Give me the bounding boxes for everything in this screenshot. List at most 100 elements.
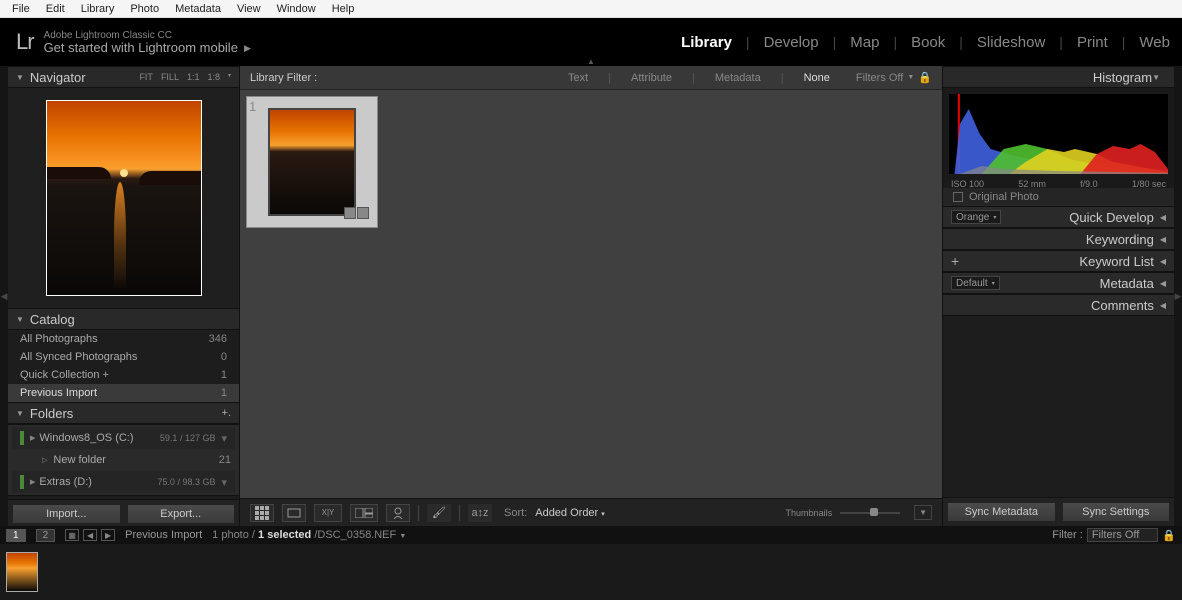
navigator-preview[interactable] [8,88,239,308]
add-folder-button[interactable]: +. [222,407,231,419]
right-panel: Histogram ▼ ISO 100 52 mm f/9.0 1/80 sec… [942,66,1174,526]
module-book[interactable]: Book [911,34,945,51]
grid-cell[interactable]: 1 [246,96,378,228]
histogram-header[interactable]: Histogram ▼ [943,66,1174,88]
screen-2-button[interactable]: 2 [36,529,56,542]
filmstrip[interactable] [0,544,1182,600]
module-slideshow[interactable]: Slideshow [977,34,1045,51]
grid-toolbar: X|Y 🖌 a↕z Sort: Added Order ▾ Thumbnails… [240,498,942,526]
triangle-right-icon: ▶ [30,478,35,486]
menu-photo[interactable]: Photo [122,3,167,15]
triangle-down-icon: ▼ [1152,73,1160,82]
catalog-row[interactable]: Quick Collection +1 [8,366,239,384]
metadata-preset-dropdown[interactable]: Default▾ [951,276,1000,290]
panel-toggle-top-icon[interactable]: ▲ [587,57,595,66]
catalog-row[interactable]: All Synced Photographs0 [8,348,239,366]
grid-view[interactable]: 1 [240,90,942,498]
catalog-header[interactable]: ▼ Catalog [8,308,239,330]
triangle-left-icon: ◀ [1160,257,1166,266]
triangle-left-icon: ◀ [1160,213,1166,222]
loupe-view-button[interactable] [282,504,306,522]
import-button[interactable]: Import... [12,504,121,524]
menu-help[interactable]: Help [324,3,363,15]
grid-icon[interactable]: ▦ [65,529,79,541]
lock-icon[interactable]: 🔒 [1162,529,1176,542]
zoom-1-8[interactable]: 1:8 [207,72,220,82]
filmstrip-info-bar: 1 2 ▦ ◀ ▶ Previous Import 1 photo / 1 se… [0,526,1182,544]
chevron-down-icon[interactable]: ▼ [907,74,914,81]
zoom-FILL[interactable]: FILL [161,72,179,82]
mobile-sync-link[interactable]: Get started with Lightroom mobile ▶ [44,42,251,54]
painter-tool-button[interactable]: 🖌 [427,504,451,522]
triangle-left-icon: ◀ [1160,279,1166,288]
thumbnail-size-slider[interactable] [840,512,900,514]
filter-text[interactable]: Text [562,72,594,84]
module-library[interactable]: Library [681,34,732,51]
app-logo: Lr [16,29,34,55]
sort-direction-button[interactable]: a↕z [468,504,492,522]
chevron-down-icon[interactable]: ▾ [221,432,227,445]
survey-view-button[interactable] [350,504,378,522]
screen-1-button[interactable]: 1 [6,529,26,542]
preset-dropdown[interactable]: Orange▾ [951,210,1001,224]
keywording-header[interactable]: Keywording ◀ [943,228,1174,250]
triangle-left-icon: ◀ [1160,235,1166,244]
catalog-row[interactable]: Previous Import1 [8,384,239,402]
add-keyword-button[interactable]: + [951,253,959,269]
people-view-button[interactable] [386,504,410,522]
zoom-FIT[interactable]: FIT [139,72,153,82]
sync-metadata-button[interactable]: Sync Metadata [947,502,1056,522]
folders-header[interactable]: ▼ Folders +. [8,402,239,424]
original-photo-toggle[interactable]: Original Photo [943,188,1174,206]
filters-off-dropdown[interactable]: Filters Off [856,72,903,84]
source-label[interactable]: Previous Import [125,529,202,541]
module-web[interactable]: Web [1139,34,1170,51]
lock-icon[interactable]: 🔒 [918,71,932,84]
module-map[interactable]: Map [850,34,879,51]
left-panel-toggle-icon[interactable]: ◀ [0,66,8,526]
zoom-1-1[interactable]: 1:1 [187,72,200,82]
filmstrip-thumbnail[interactable] [6,552,38,592]
keyword-list-header[interactable]: + Keyword List ◀ [943,250,1174,272]
module-picker: Library|Develop|Map|Book|Slideshow|Print… [681,34,1170,51]
triangle-down-icon: ▼ [16,73,24,82]
metadata-badge-icon[interactable] [344,207,356,219]
sync-settings-button[interactable]: Sync Settings [1062,502,1171,522]
catalog-row[interactable]: All Photographs346 [8,330,239,348]
sort-dropdown[interactable]: Added Order ▾ [535,507,605,519]
folder-row[interactable]: ▷New folder21 [8,451,239,469]
drive-status-icon [20,431,24,445]
toolbar-menu-button[interactable]: ▼ [914,505,932,520]
right-panel-toggle-icon[interactable]: ▶ [1174,66,1182,526]
module-print[interactable]: Print [1077,34,1108,51]
histogram-chart[interactable] [949,94,1168,174]
grid-view-button[interactable] [250,504,274,522]
chevron-down-icon[interactable]: ▾ [228,72,231,82]
menu-window[interactable]: Window [269,3,324,15]
filter-attribute[interactable]: Attribute [625,72,678,84]
menu-library[interactable]: Library [73,3,123,15]
menu-metadata[interactable]: Metadata [167,3,229,15]
nav-forward-icon[interactable]: ▶ [101,529,115,541]
chevron-down-icon[interactable]: ▾ [221,476,227,489]
compare-view-button[interactable]: X|Y [314,504,342,522]
drive-row[interactable]: ▶Extras (D:)75.0 / 98.3 GB▾ [12,471,235,493]
export-button[interactable]: Export... [127,504,236,524]
drive-row[interactable]: ▶Windows8_OS (C:)59.1 / 127 GB▾ [12,427,235,449]
quick-develop-header[interactable]: Orange▾ Quick Develop ◀ [943,206,1174,228]
cell-index: 1 [249,99,256,114]
comments-header[interactable]: Comments ◀ [943,294,1174,316]
module-develop[interactable]: Develop [764,34,819,51]
menu-view[interactable]: View [229,3,269,15]
navigator-header[interactable]: ▼ Navigator FITFILL1:11:8▾ [8,66,239,88]
checkbox-icon[interactable] [953,192,963,202]
menu-edit[interactable]: Edit [38,3,73,15]
filter-none[interactable]: None [798,72,836,84]
develop-badge-icon[interactable] [357,207,369,219]
menu-file[interactable]: File [4,3,38,15]
thumbnail-image[interactable] [268,108,356,216]
metadata-header[interactable]: Default▾ Metadata ◀ [943,272,1174,294]
nav-back-icon[interactable]: ◀ [83,529,97,541]
filter-dropdown[interactable]: Filters Off [1087,528,1158,542]
filter-metadata[interactable]: Metadata [709,72,767,84]
